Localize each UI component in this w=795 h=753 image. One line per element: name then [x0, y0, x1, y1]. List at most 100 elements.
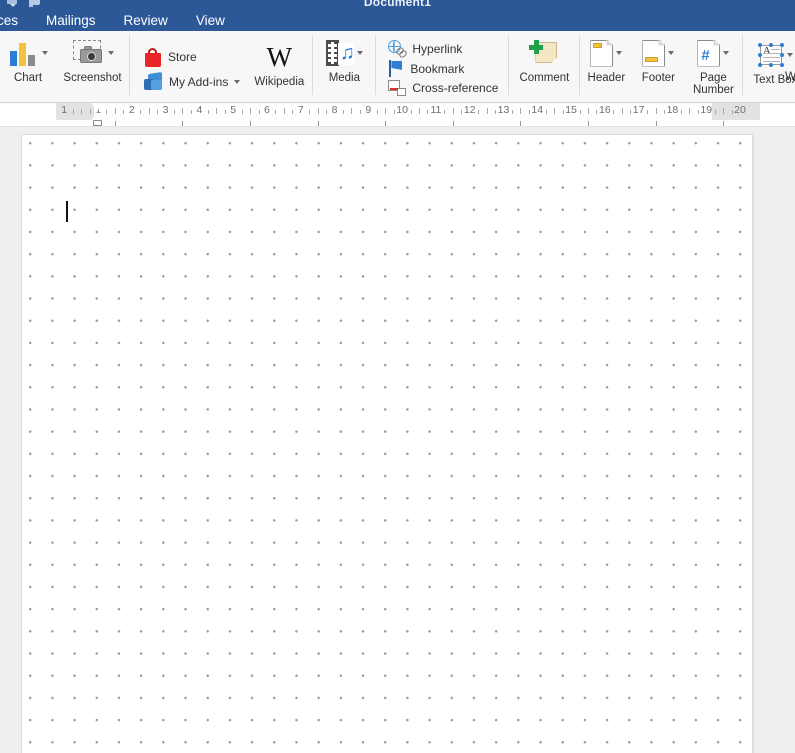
ruler-tick: [621, 108, 623, 114]
wikipedia-icon: W: [266, 41, 293, 72]
ruler-number: 7: [297, 104, 304, 116]
document-canvas[interactable]: [0, 127, 795, 753]
wikipedia-button[interactable]: W Wikipedia: [246, 31, 312, 88]
comment-label: Comment: [519, 72, 570, 84]
comment-icon: [529, 40, 559, 66]
bookmark-icon: [388, 60, 404, 77]
ruler-tick: [258, 110, 260, 114]
bookmark-button[interactable]: Bookmark: [384, 59, 502, 78]
ruler-tick: [342, 110, 344, 114]
page-number-dropdown-caret[interactable]: [723, 51, 730, 55]
ruler-margin-number: 1: [61, 104, 68, 116]
ruler-tick: [72, 109, 74, 114]
screenshot-icon: [71, 39, 105, 67]
ruler-tick: [275, 110, 277, 114]
ruler-tab-stop[interactable]: [723, 121, 725, 126]
footer-icon: [642, 39, 666, 67]
ruler-tick: [393, 110, 395, 114]
ruler-number: 3: [162, 104, 169, 116]
ruler-number: 20: [734, 104, 746, 116]
ruler-tab-stop[interactable]: [250, 121, 252, 126]
ruler-tick: [495, 110, 497, 114]
ruler-tick: [587, 108, 589, 114]
ruler-tab-stop[interactable]: [182, 121, 184, 126]
ruler-tab-stop[interactable]: [114, 121, 116, 126]
ruler-tick: [545, 110, 547, 114]
footer-button[interactable]: Footer: [632, 31, 684, 84]
ruler-tick: [157, 110, 159, 114]
ruler-tick: [106, 110, 108, 114]
ruler-tick: [630, 110, 632, 114]
ruler-tick: [419, 108, 420, 114]
grid-dots-overlay: [22, 135, 752, 753]
media-dropdown-caret[interactable]: [356, 51, 363, 55]
ruler-tab-stop[interactable]: [587, 121, 589, 126]
my-add-ins-dropdown-caret[interactable]: [234, 79, 241, 84]
ruler-tick: [241, 110, 243, 114]
ruler-band: 1 1 2 3 4 5 6 7 8 9 10 11 12 13 14 15 16 17 18 19 20: [0, 103, 795, 120]
screenshot-button[interactable]: Screenshot: [56, 31, 129, 84]
tab-mailings[interactable]: Mailings: [32, 10, 110, 31]
ruler-number: 13: [497, 104, 510, 116]
media-icon: ♫: [325, 39, 355, 67]
ruler-tick: [663, 110, 665, 114]
ruler-tick: [326, 110, 328, 114]
screenshot-dropdown-caret[interactable]: [108, 51, 114, 55]
ruler-number: 10: [396, 104, 408, 116]
ruler-tick: [528, 110, 530, 114]
word-window: Document1 ces Mailings Review View Chart…: [0, 0, 795, 753]
wikipedia-label: Wikipedia: [254, 76, 305, 88]
ruler-number: 17: [632, 104, 645, 116]
store-icon: [144, 47, 162, 67]
ruler-tick: [174, 110, 176, 114]
page-number-button[interactable]: # Page Number: [684, 31, 742, 96]
ruler-number: 4: [196, 104, 203, 116]
ruler-tick: [427, 110, 429, 114]
cross-reference-button[interactable]: Cross-reference: [384, 79, 502, 97]
wordart-clipped-label[interactable]: W: [785, 69, 795, 83]
document-page[interactable]: [22, 135, 752, 753]
footer-dropdown-caret[interactable]: [668, 51, 675, 55]
tab-review[interactable]: Review: [110, 10, 182, 31]
my-add-ins-button[interactable]: My Add-ins: [140, 70, 246, 94]
footer-label: Footer: [641, 72, 676, 84]
bookmark-label: Bookmark: [410, 61, 465, 76]
ruler-number: 14: [531, 104, 544, 116]
ruler-number: 16: [598, 104, 611, 116]
horizontal-ruler[interactable]: 1 1 2 3 4 5 6 7 8 9 10 11 12 13 14 15 16 17 18 19 20: [0, 103, 795, 127]
ruler-tab-stop[interactable]: [520, 121, 522, 126]
ruler-number: 8: [331, 104, 338, 116]
ribbon-group-add-ins: Store My Add-ins W Wikipedia: [130, 31, 312, 103]
store-button[interactable]: Store: [140, 45, 246, 70]
chart-dropdown-caret[interactable]: [41, 51, 48, 55]
page-number-icon: #: [697, 39, 721, 67]
chart-button[interactable]: Chart: [0, 31, 56, 84]
ruler-tab-stop[interactable]: [385, 121, 387, 126]
hyperlink-icon: [387, 40, 409, 59]
right-indent-marker[interactable]: [699, 112, 713, 121]
ruler-tab-stop[interactable]: [317, 121, 319, 126]
ruler-tick: [520, 108, 522, 114]
left-indent-marker[interactable]: [90, 103, 104, 127]
ruler-tick: [444, 110, 446, 114]
text-box-dropdown-caret[interactable]: [786, 53, 793, 57]
ruler-tab-stop[interactable]: [452, 121, 454, 126]
ruler-tick: [478, 110, 480, 114]
ruler-tick: [283, 108, 285, 114]
ruler-tick: [723, 108, 725, 114]
ruler-number: 2: [128, 104, 135, 116]
tab-references[interactable]: ces: [0, 10, 32, 31]
ribbon-group-text: A Text Box: [743, 31, 795, 103]
header-dropdown-caret[interactable]: [616, 51, 623, 55]
media-button[interactable]: ♫ Media: [313, 31, 375, 84]
ruler-tick: [182, 108, 184, 114]
tab-view[interactable]: View: [182, 10, 239, 31]
hyperlink-button[interactable]: Hyperlink: [384, 39, 502, 59]
ruler-tab-stop[interactable]: [655, 121, 657, 126]
ruler-tick: [731, 110, 733, 114]
ruler-number: 15: [565, 104, 577, 116]
comment-button[interactable]: Comment: [509, 31, 579, 84]
ruler-tick: [123, 110, 125, 114]
header-button[interactable]: Header: [580, 31, 632, 84]
ruler-tick: [579, 110, 581, 114]
